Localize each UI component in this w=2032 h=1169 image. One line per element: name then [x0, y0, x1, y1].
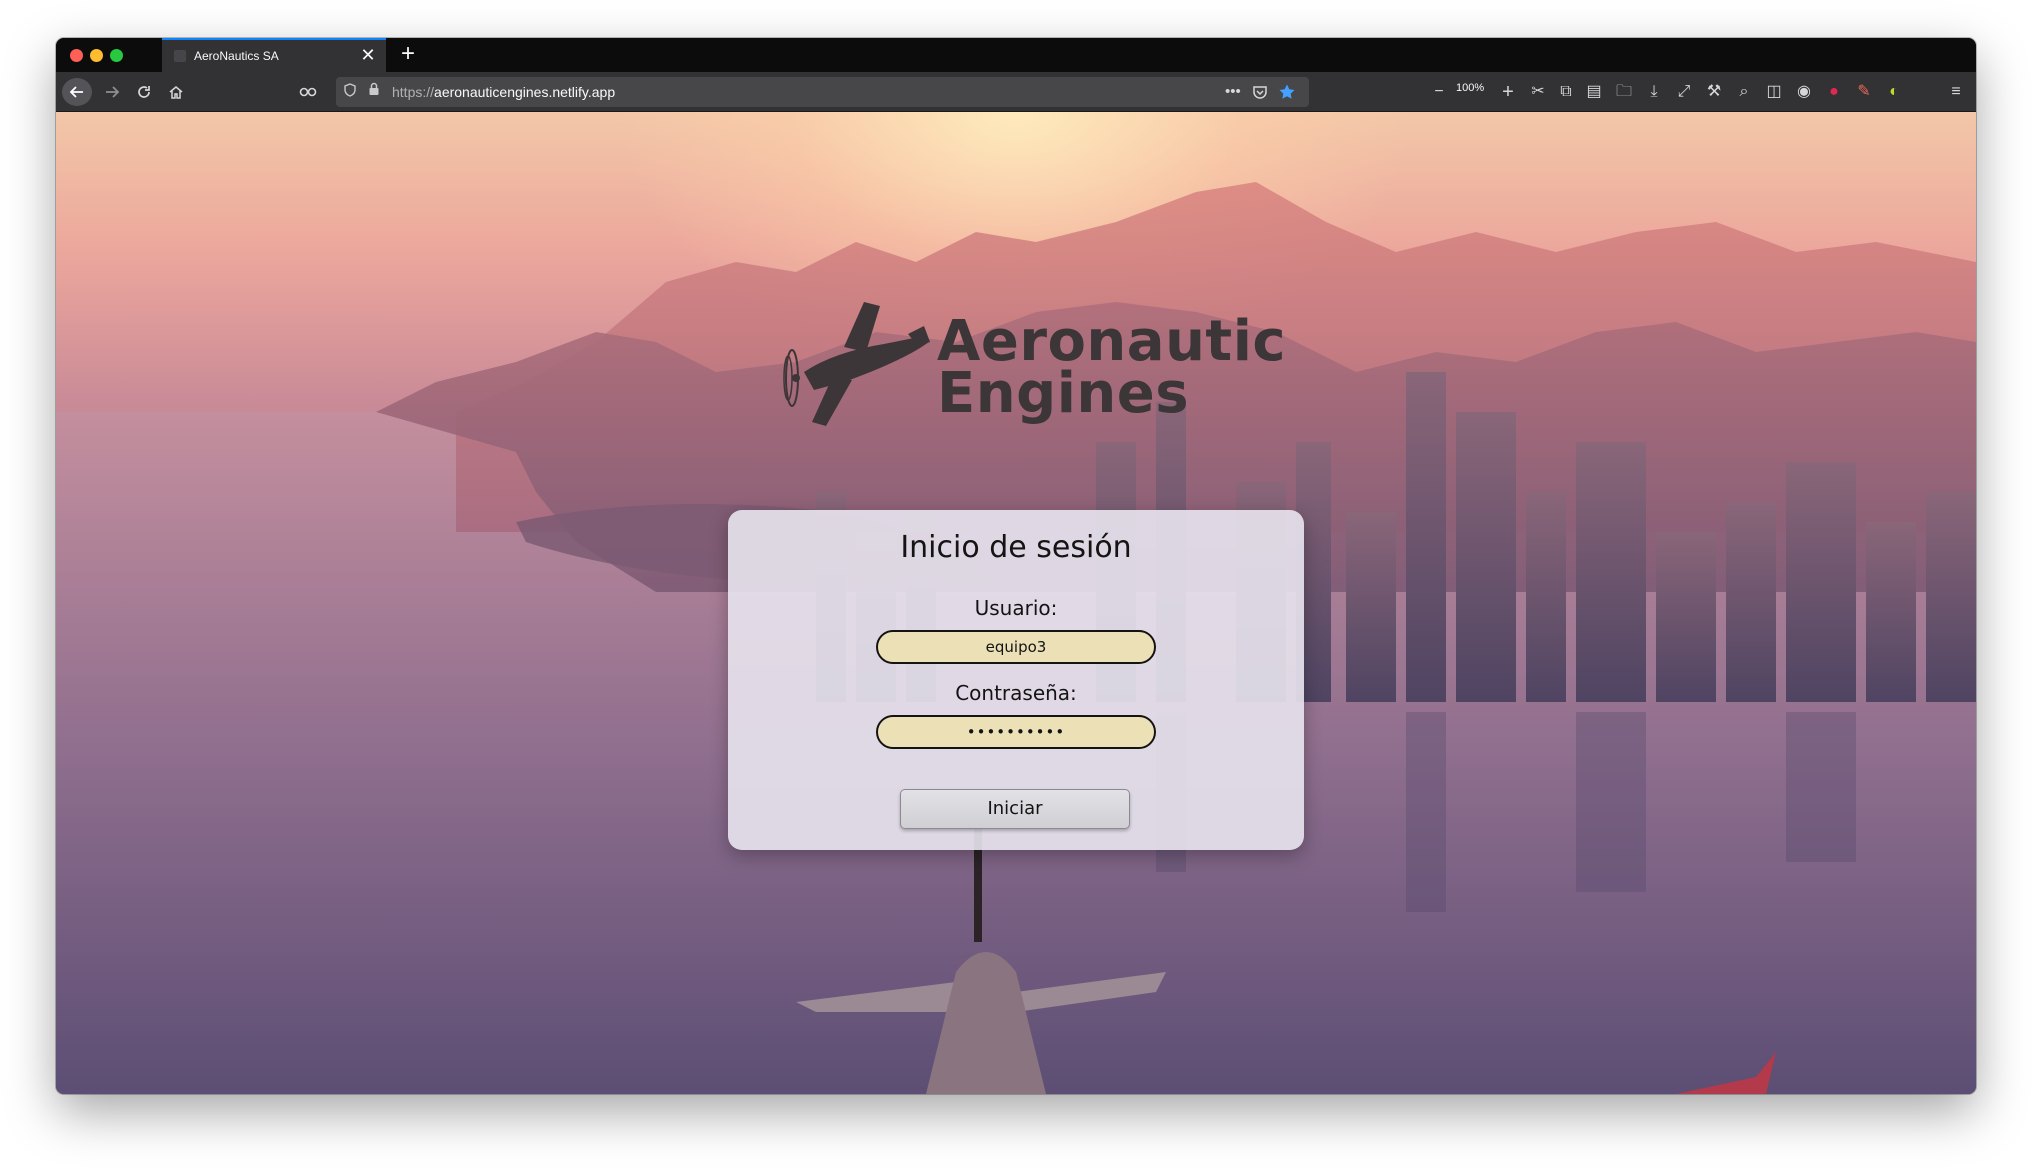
favicon-icon [174, 50, 186, 62]
reader-view-button[interactable] [294, 78, 322, 106]
tab-close-icon[interactable]: ✕ [358, 45, 378, 65]
tab-active[interactable]: AeroNautics SA ✕ [162, 38, 386, 72]
cut-icon[interactable]: ✂ [1527, 80, 1549, 104]
url-protocol: https:// [392, 84, 435, 100]
developer-tools-icon[interactable]: ⚒ [1703, 80, 1725, 104]
home-button[interactable] [162, 78, 190, 106]
password-label: Contraseña: [955, 681, 1077, 705]
reload-icon [138, 86, 150, 98]
zoom-out-button[interactable]: − [1428, 80, 1450, 104]
reload-button[interactable] [130, 78, 158, 106]
extension-pen-icon[interactable]: ✎ [1853, 80, 1875, 104]
close-window-button[interactable] [70, 49, 83, 62]
url-host: aeronauticengines.netlify.app [434, 84, 616, 100]
login-card: Inicio de sesión Usuario: equipo3 Contra… [728, 510, 1304, 850]
logo-title-line2: Engines [937, 361, 1190, 426]
hamburger-menu-icon[interactable]: ≡ [1945, 80, 1967, 104]
arrow-right-icon [106, 86, 120, 98]
pocket-icon[interactable] [1252, 81, 1268, 107]
paste-icon[interactable]: ▤ [1583, 80, 1605, 104]
username-label: Usuario: [974, 596, 1058, 620]
propeller-plane-icon [783, 302, 930, 426]
save-page-icon[interactable]: ⤓ [1643, 80, 1665, 104]
maximize-window-button[interactable] [110, 49, 123, 62]
glasses-icon [299, 87, 317, 97]
login-submit-button[interactable]: Iniciar [900, 789, 1130, 829]
shield-icon[interactable] [344, 83, 356, 100]
back-button[interactable] [62, 78, 92, 106]
extension-red-icon[interactable]: ● [1823, 80, 1845, 104]
open-file-icon[interactable]: 🗀 [1613, 80, 1635, 104]
arrow-left-icon [69, 86, 83, 98]
url-bar[interactable]: https://aeronauticengines.netlify.app ••… [336, 77, 1309, 107]
tab-title: AeroNautics SA [194, 49, 279, 63]
new-tab-button[interactable]: + [394, 40, 422, 68]
username-input[interactable]: equipo3 [876, 630, 1156, 664]
password-input[interactable]: •••••••••• [876, 715, 1156, 749]
tab-bar: AeroNautics SA ✕ + [56, 38, 1976, 72]
login-title: Inicio de sesión [900, 530, 1132, 565]
bookmark-star-icon[interactable] [1278, 81, 1296, 108]
logo: Aeronautic Engines [774, 302, 1286, 442]
home-icon [169, 86, 183, 99]
sidebar-icon[interactable]: ◫ [1763, 80, 1785, 104]
zoom-level[interactable]: 100% [1456, 82, 1484, 94]
minimize-window-button[interactable] [90, 49, 103, 62]
grammarly-icon[interactable]: ◐ [1883, 80, 1905, 104]
browser-window: AeroNautics SA ✕ + https://aeronauticeng… [56, 38, 1976, 1094]
url-text[interactable]: https://aeronauticengines.netlify.app [392, 84, 615, 100]
more-dots-icon[interactable]: ••• [1225, 81, 1241, 103]
fullscreen-icon[interactable]: ⤢ [1673, 80, 1695, 104]
search-icon[interactable]: ⌕ [1733, 80, 1755, 104]
forward-button[interactable] [98, 78, 126, 106]
nav-toolbar: https://aeronauticengines.netlify.app ••… [56, 72, 1976, 112]
account-icon[interactable]: ◉ [1793, 80, 1815, 104]
copy-icon[interactable]: ⧉ [1555, 80, 1577, 104]
lock-icon[interactable] [368, 82, 380, 99]
page-viewport: Aeronautic Engines Inicio de sesión Usua… [56, 112, 1976, 1094]
zoom-in-button[interactable]: + [1497, 80, 1519, 104]
